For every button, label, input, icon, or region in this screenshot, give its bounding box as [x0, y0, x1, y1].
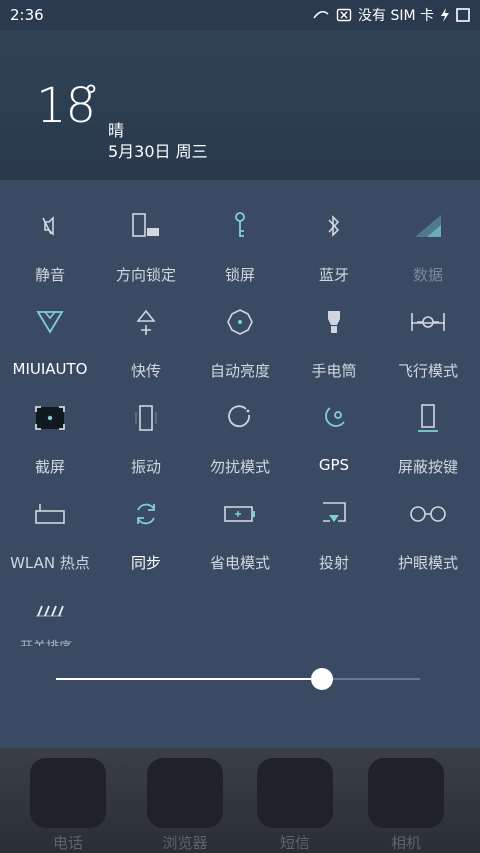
toggle-label: 省电模式 — [209, 554, 270, 572]
weather-degree: ° — [84, 79, 98, 112]
toggle-lock-screen[interactable]: 锁屏 — [192, 188, 288, 284]
brightness-slider[interactable] — [56, 668, 420, 690]
toggle-quick-transfer[interactable]: 快传 — [98, 284, 194, 380]
toggle-label: 飞行模式 — [397, 362, 458, 380]
screenshot-icon — [35, 406, 65, 430]
battery-outline-icon — [456, 8, 470, 22]
status-time: 2:36 — [10, 6, 44, 24]
sync-icon — [137, 503, 155, 525]
toggle-label: 锁屏 — [224, 266, 255, 284]
toggle-label: 截屏 — [34, 458, 65, 476]
toggle-silent[interactable]: 静音 — [2, 188, 98, 284]
brightness-slider-fill — [56, 678, 322, 680]
auto-brightness-icon — [227, 309, 253, 335]
data-arrow-icon — [313, 10, 329, 19]
toggle-edit[interactable] — [2, 572, 98, 668]
airplane-mode-icon — [411, 313, 445, 331]
quick-transfer-icon — [136, 309, 156, 335]
toggle-flashlight[interactable]: 手电筒 — [286, 284, 382, 380]
miui-auto-icon — [36, 311, 64, 334]
toggle-do-not-disturb[interactable]: 勿扰模式 — [192, 380, 288, 476]
toggle-label: 投射 — [318, 554, 349, 572]
toggle-vibrate[interactable]: 振动 — [98, 380, 194, 476]
dock-app-messages[interactable]: 短信 — [255, 758, 335, 853]
quick-settings-panel: 静音 方向锁定 锁屏 蓝牙 数据 MIUIAUTO 快传 自动亮度 手电筒 飞行… — [0, 180, 480, 748]
toggle-label: 屏蔽按键 — [397, 458, 458, 476]
vibrate-icon — [135, 405, 157, 431]
toggle-gps[interactable]: GPS — [286, 380, 382, 476]
toggle-label: 数据 — [412, 266, 443, 284]
toggle-label: MIUIAUTO — [12, 360, 88, 378]
toggle-label: 静音 — [34, 266, 65, 284]
toggle-wlan-hotspot[interactable]: WLAN 热点 — [2, 476, 98, 572]
camera-app-icon — [368, 758, 444, 828]
dock-app-label: 浏览器 — [162, 834, 208, 852]
battery-saver-icon — [224, 506, 255, 522]
toggle-screenshot[interactable]: 截屏 — [2, 380, 98, 476]
dock-app-label: 短信 — [279, 834, 310, 852]
toggle-cast[interactable]: 投射 — [286, 476, 382, 572]
toggle-label: 蓝牙 — [318, 266, 349, 284]
status-bar: 2:36 没有 SIM 卡 — [0, 0, 480, 30]
toggle-airplane-mode[interactable]: 飞行模式 — [380, 284, 476, 380]
toggle-label: 自动亮度 — [209, 362, 270, 380]
gps-icon — [325, 407, 345, 427]
toggle-sort-label[interactable]: 开关排序 — [20, 636, 72, 646]
browser-app-icon — [147, 758, 223, 828]
do-not-disturb-icon — [228, 405, 250, 428]
dock-app-camera[interactable]: 相机 — [366, 758, 446, 853]
toggle-auto-brightness[interactable]: 自动亮度 — [192, 284, 288, 380]
bluetooth-icon — [328, 215, 340, 237]
status-icons: 没有 SIM 卡 — [312, 5, 470, 25]
toggle-label: WLAN 热点 — [10, 554, 90, 572]
toggle-block-keys[interactable]: 屏蔽按键 — [380, 380, 476, 476]
dock-app-phone[interactable]: 电话 — [28, 758, 108, 853]
dock-app-browser[interactable]: 浏览器 — [145, 758, 225, 853]
toggle-rotation-lock[interactable]: 方向锁定 — [98, 188, 194, 284]
toggle-miui-auto[interactable]: MIUIAUTO — [2, 284, 98, 380]
toggle-label: 快传 — [130, 362, 161, 380]
toggle-label: 振动 — [130, 458, 161, 476]
toggle-battery-saver[interactable]: 省电模式 — [192, 476, 288, 572]
rotation-lock-icon — [132, 213, 159, 237]
toggle-label: 勿扰模式 — [209, 458, 270, 476]
toggle-label: 同步 — [130, 554, 161, 572]
messages-app-icon — [257, 758, 333, 828]
brightness-slider-thumb[interactable] — [310, 668, 333, 690]
toggle-label: GPS — [318, 456, 350, 474]
lock-screen-icon — [235, 212, 245, 237]
silent-icon — [42, 216, 54, 236]
toggle-mobile-data[interactable]: 数据 — [380, 188, 476, 284]
dock-app-label: 电话 — [52, 834, 83, 852]
toggle-eye-care[interactable]: 护眼模式 — [380, 476, 476, 572]
weather-date: 5月30日 周三 — [108, 142, 208, 161]
mobile-data-icon — [415, 215, 441, 237]
wlan-hotspot-icon — [35, 504, 65, 524]
charging-icon — [441, 8, 449, 22]
sim-x-icon — [336, 8, 352, 22]
block-keys-icon — [418, 404, 438, 432]
edit-toggles-icon — [36, 605, 64, 617]
toggle-bluetooth[interactable]: 蓝牙 — [286, 188, 382, 284]
flashlight-icon — [328, 311, 340, 333]
toggle-label: 手电筒 — [311, 362, 357, 380]
toggle-sync[interactable]: 同步 — [98, 476, 194, 572]
carrier-text: 没有 SIM 卡 — [358, 8, 434, 24]
toggle-label: 护眼模式 — [397, 554, 458, 572]
toggle-label: 方向锁定 — [115, 266, 176, 284]
dock-app-label: 相机 — [390, 834, 421, 852]
phone-app-icon — [30, 758, 106, 828]
eye-care-icon — [410, 506, 446, 522]
home-dock: 电话 浏览器 短信 相机 — [0, 748, 480, 853]
cast-icon — [323, 502, 346, 522]
